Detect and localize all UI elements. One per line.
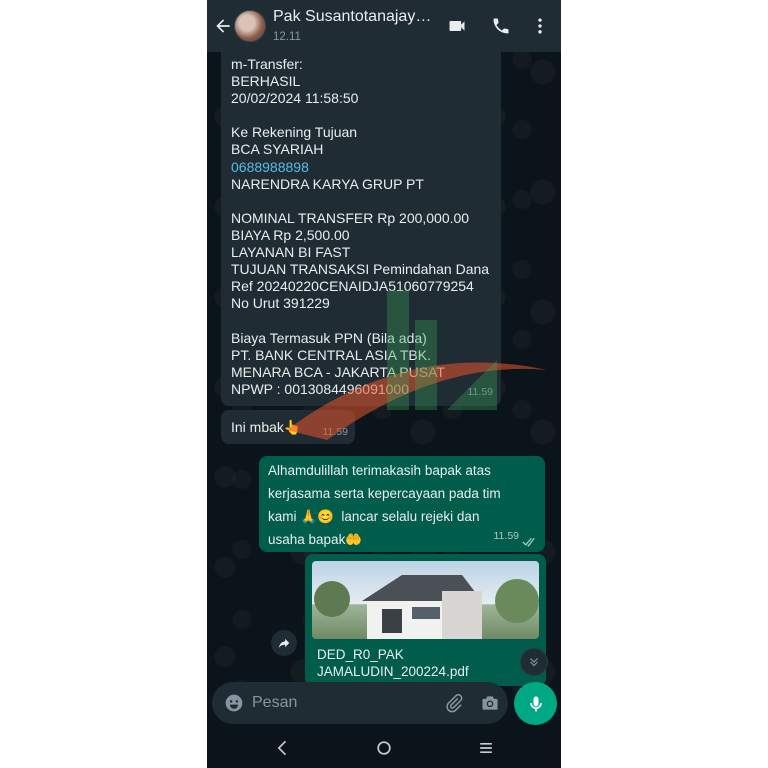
message-text: Ini mbak👆	[231, 419, 302, 435]
nav-home-icon[interactable]	[374, 738, 394, 758]
message-line: Ke Rekening Tujuan	[231, 124, 358, 141]
camera-icon[interactable]	[480, 693, 500, 713]
house-render-image	[314, 575, 539, 639]
contact-name[interactable]: Pak Susantotanajay…	[273, 8, 443, 26]
message-line: kami 🙏😊 lancar selalu rejeki dan	[268, 509, 480, 524]
nav-recents-icon[interactable]	[476, 738, 496, 758]
forward-icon[interactable]	[271, 630, 297, 656]
account-number-link[interactable]: 0688988898	[231, 159, 489, 176]
paperclip-icon[interactable]	[444, 693, 464, 713]
message-input[interactable]	[252, 692, 422, 714]
message-line: LAYANAN BI FAST	[231, 244, 351, 261]
message-line: 20/02/2024 11:58:50	[231, 90, 359, 107]
file-name-line: DED_R0_PAK	[317, 647, 404, 662]
microphone-button[interactable]	[514, 682, 557, 725]
more-vert-icon[interactable]	[530, 16, 550, 36]
message-line: Alhamdulillah terimakasih bapak atas	[268, 463, 491, 478]
outgoing-message-reply[interactable]: Alhamdulillah terimakasih bapak atas ker…	[259, 456, 545, 552]
message-line: BIAYA Rp 2,500.00	[231, 226, 350, 243]
message-line	[231, 193, 489, 210]
message-line: NOMINAL TRANSFER Rp 200,000.00	[231, 209, 470, 226]
message-line: BERHASIL	[231, 73, 301, 90]
incoming-message-short[interactable]: Ini mbak👆 11.59	[221, 410, 355, 444]
outgoing-file-message[interactable]: DED_R0_PAK JAMALUDIN_200224.pdf	[305, 554, 546, 686]
file-thumbnail[interactable]	[312, 561, 539, 639]
chevron-down-icon	[530, 658, 538, 667]
file-name: DED_R0_PAK JAMALUDIN_200224.pdf	[317, 646, 469, 680]
incoming-message-transfer[interactable]: m-Transfer: BERHASIL 20/02/2024 11:58:50…	[221, 44, 501, 406]
phone-icon[interactable]	[491, 16, 511, 36]
contact-status: 12.11	[273, 31, 301, 43]
message-time: 11.59	[467, 385, 494, 398]
message-line	[231, 107, 489, 124]
message-line: MENARA BCA - JAKARTA PUSAT	[231, 363, 445, 380]
avatar[interactable]	[234, 10, 266, 42]
message-line	[231, 312, 489, 329]
message-line: TUJUAN TRANSAKSI Pemindahan Dana	[231, 261, 490, 278]
microphone-icon	[529, 696, 542, 711]
file-name-line: JAMALUDIN_200224.pdf	[317, 664, 469, 679]
phone-screen: Pak Susantotanajay… 12.11 m-Transfer: BE…	[207, 0, 561, 768]
video-call-icon[interactable]	[447, 16, 467, 36]
message-time: 11.59	[322, 425, 349, 438]
message-line: BCA SYARIAH	[231, 141, 324, 158]
chat-header: Pak Susantotanajay… 12.11	[207, 0, 561, 52]
message-text: Alhamdulillah terimakasih bapak atas ker…	[268, 459, 501, 551]
message-input-bar	[212, 682, 508, 724]
message-line: Biaya Termasuk PPN (Bila ada)	[231, 329, 427, 346]
scroll-down-button[interactable]	[520, 648, 548, 676]
message-line: Ref 20240220CENAIDJA51060779254	[231, 278, 474, 295]
message-line: No Urut 391229	[231, 295, 330, 312]
message-line: m-Transfer:	[231, 56, 303, 72]
message-line: NARENDRA KARYA GRUP PT	[231, 175, 424, 192]
message-line: PT. BANK CENTRAL ASIA TBK.	[231, 346, 431, 363]
message-line: NPWP : 001308449609100​0	[231, 380, 409, 397]
nav-back-icon[interactable]	[273, 738, 293, 758]
message-line: usaha bapak🤲	[268, 532, 363, 547]
double-check-icon	[522, 537, 535, 547]
message-line: kerjasama serta kepercayaan pada tim	[268, 486, 501, 501]
message-time: 11.59	[493, 530, 520, 542]
emoji-icon[interactable]	[224, 693, 244, 713]
system-nav-bar	[207, 728, 561, 768]
message-text: m-Transfer: BERHASIL 20/02/2024 11:58:50…	[231, 56, 489, 398]
arrow-left-icon[interactable]	[213, 16, 233, 36]
